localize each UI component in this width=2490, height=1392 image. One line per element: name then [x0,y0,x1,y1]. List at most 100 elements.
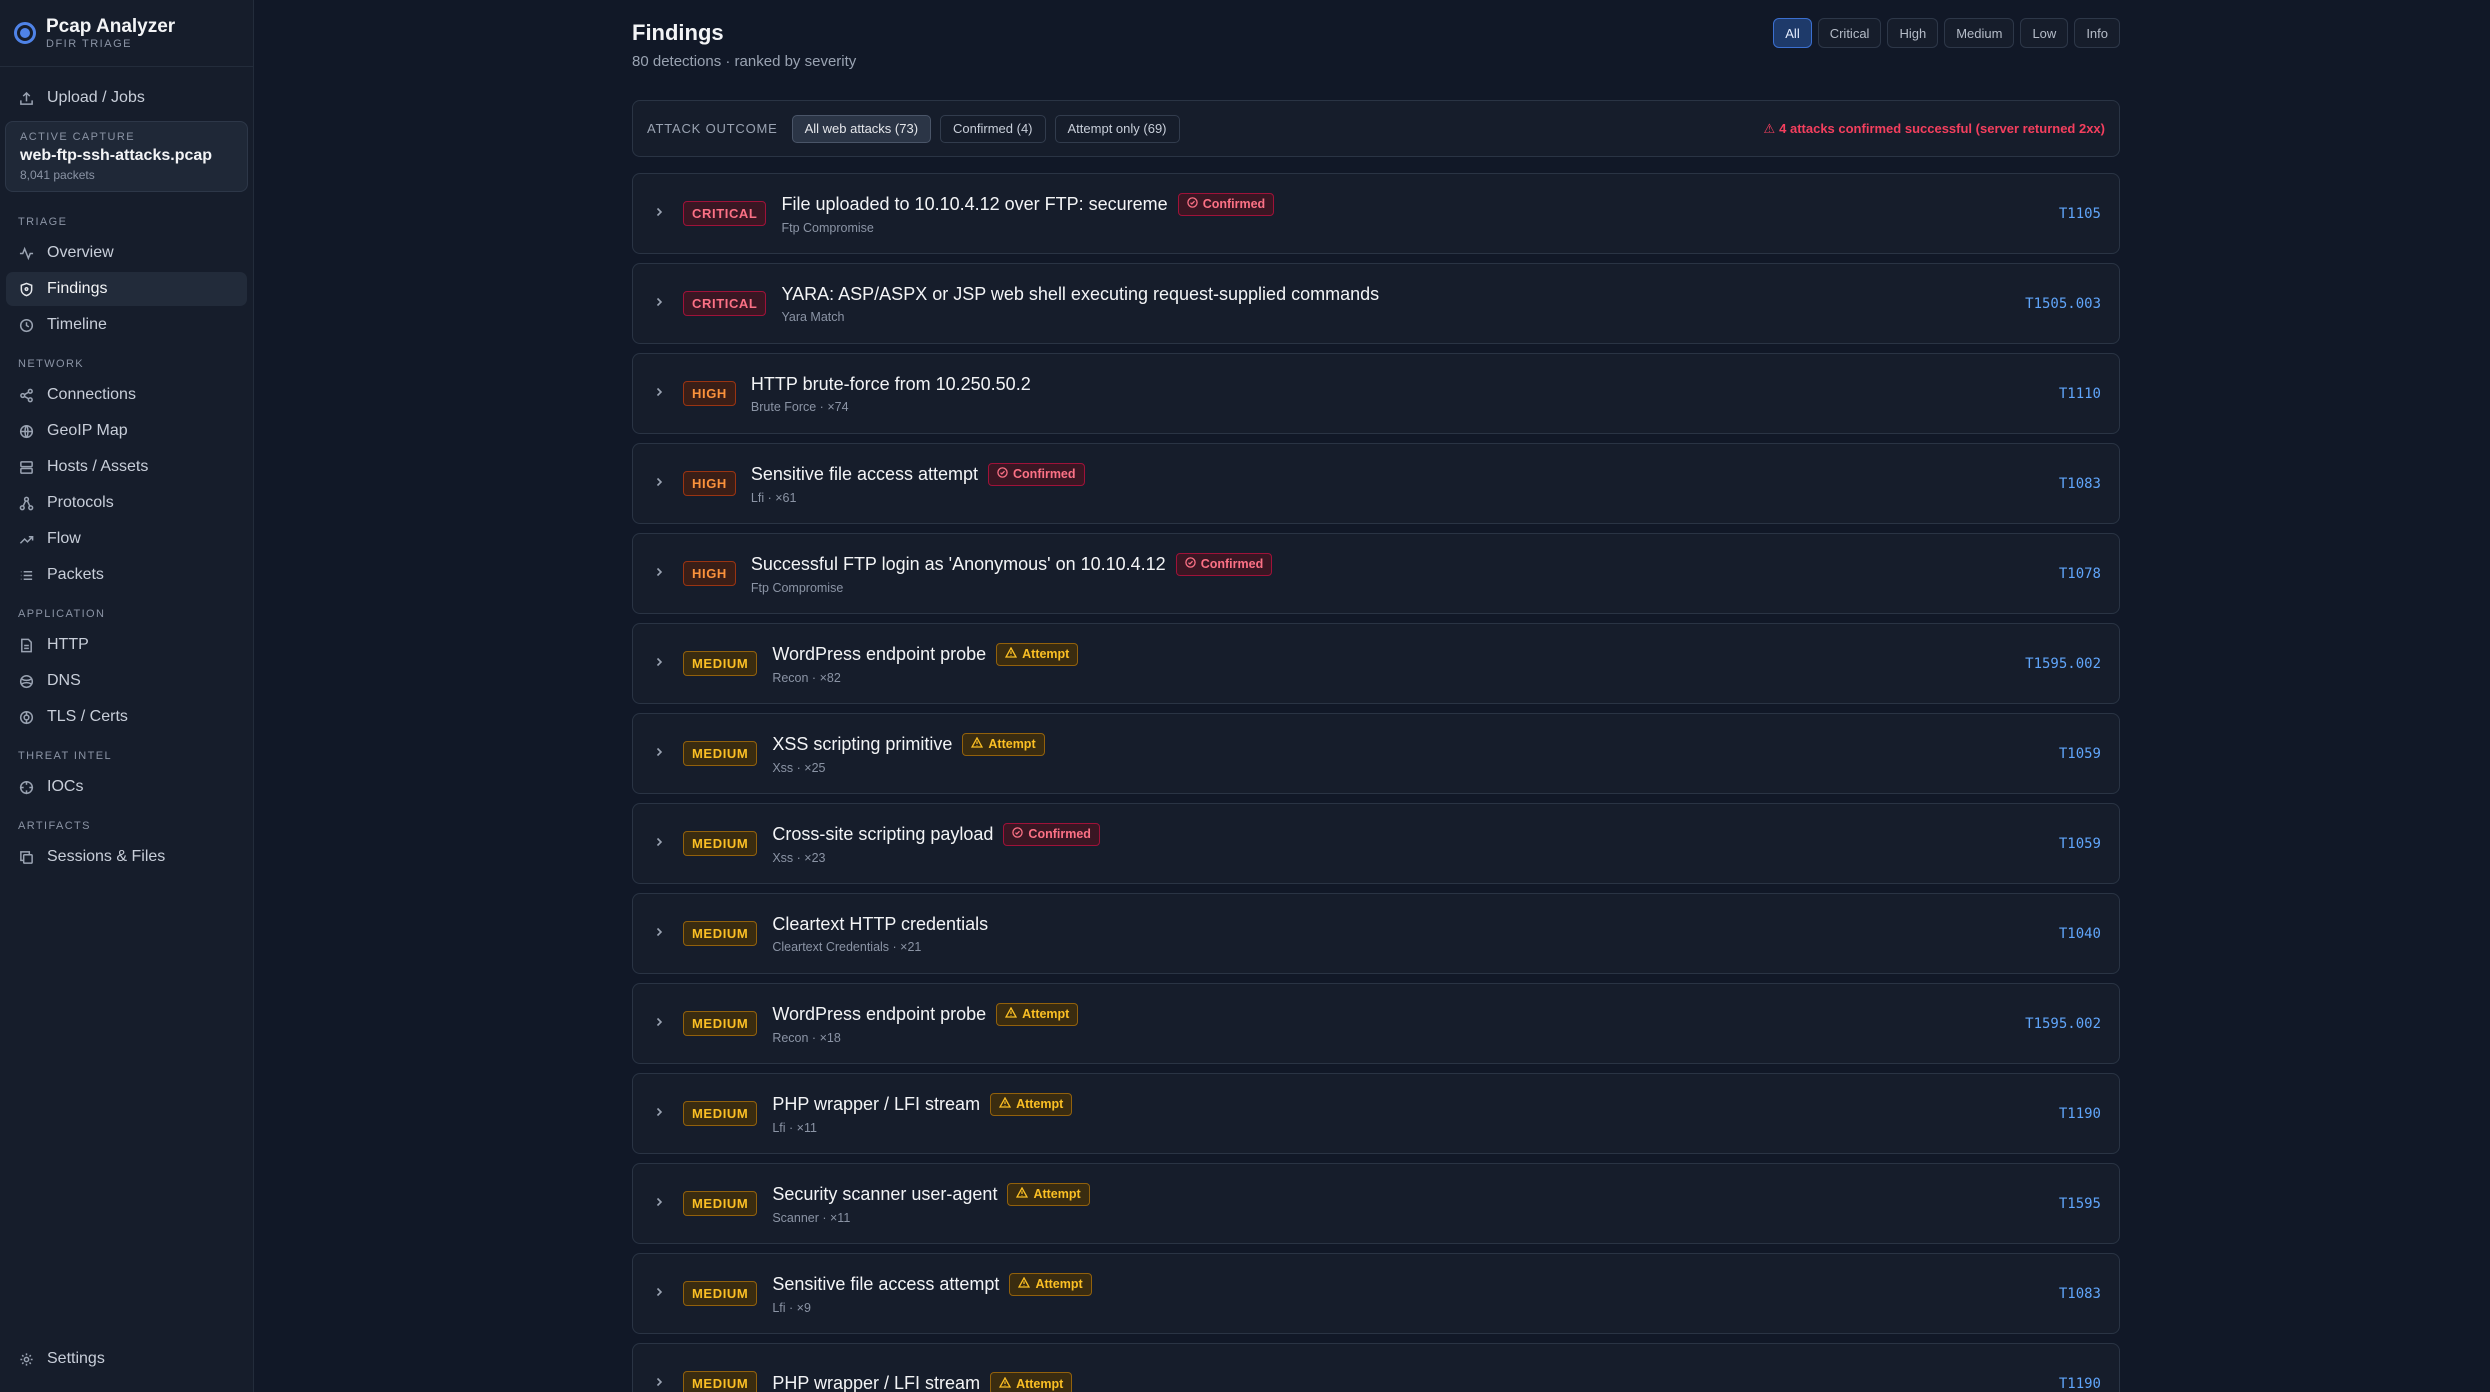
badge-label: Attempt [1035,1277,1083,1291]
sidebar-item-settings[interactable]: Settings [6,1342,247,1376]
filter-medium-button[interactable]: Medium [1944,18,2015,48]
outcome-confirmed-button[interactable]: Confirmed (4) [940,114,1046,143]
finding-title: PHP wrapper / LFI stream [772,1373,981,1392]
finding-row[interactable]: MEDIUM Security scanner user-agent Attempt… [632,1163,2120,1244]
sidebar-item-iocs[interactable]: IOCs [6,770,247,804]
chevron-right-icon[interactable] [651,655,667,673]
chevron-right-icon[interactable] [651,1285,667,1303]
check-circle-icon [1012,827,1024,841]
finding-row[interactable]: MEDIUM PHP wrapper / LFI stream Attempt T11… [632,1343,2120,1392]
mitre-technique-link[interactable]: T1505.003 [2025,296,2101,312]
severity-badge: MEDIUM [683,831,758,856]
sidebar-item-tls-certs[interactable]: TLS / Certs [6,700,247,734]
finding-row[interactable]: HIGH Sensitive file access attempt Confirm… [632,443,2120,524]
outcome-attempt-button[interactable]: Attempt only (69) [1054,114,1180,143]
sidebar-item-label: Connections [47,386,136,403]
severity-badge: HIGH [683,471,736,496]
mitre-technique-link[interactable]: T1190 [2059,1376,2101,1392]
chevron-right-icon[interactable] [651,1195,667,1213]
sidebar-item-flow[interactable]: Flow [6,522,247,556]
chevron-right-icon[interactable] [651,745,667,763]
finding-row[interactable]: MEDIUM WordPress endpoint probe Attempt Rec… [632,983,2120,1064]
mitre-technique-link[interactable]: T1059 [2059,836,2101,852]
attempt-badge: Attempt [1007,1182,1090,1206]
sidebar: Pcap Analyzer DFIR TRIAGE Upload / Jobs … [0,0,254,1392]
finding-row[interactable]: MEDIUM PHP wrapper / LFI stream Attempt Lfi… [632,1073,2120,1154]
filter-all-button[interactable]: All [1773,18,1812,48]
finding-row[interactable]: CRITICAL YARA: ASP/ASPX or JSP web shell … [632,263,2120,344]
chevron-right-icon[interactable] [651,925,667,943]
finding-row[interactable]: HIGH Successful FTP login as 'Anonymous' … [632,533,2120,614]
sidebar-item-label: Overview [47,244,114,261]
finding-title: Successful FTP login as 'Anonymous' on 1… [750,553,1166,574]
filter-high-button[interactable]: High [1887,18,1939,48]
mitre-technique-link[interactable]: T1595.002 [2025,656,2101,672]
sidebar-item-hosts-assets[interactable]: Hosts / Assets [6,450,247,484]
sidebar-item-http[interactable]: HTTP [6,628,247,662]
finding-title-row: Sensitive file access attempt Confirmed [750,462,1085,486]
filter-info-button[interactable]: Info [2074,18,2120,48]
badge-label: Attempt [1022,647,1070,661]
finding-row[interactable]: MEDIUM XSS scripting primitive Attempt Xss … [632,713,2120,794]
sidebar-item-label: Sessions & Files [47,848,166,865]
sidebar-item-dns[interactable]: DNS [6,664,247,698]
mitre-technique-link[interactable]: T1083 [2059,1286,2101,1302]
brand: Pcap Analyzer DFIR TRIAGE [0,0,253,67]
mitre-technique-link[interactable]: T1059 [2059,746,2101,762]
finding-row[interactable]: HIGH HTTP brute-force from 10.250.50.2 Bru… [632,353,2120,434]
chevron-right-icon[interactable] [651,1015,667,1033]
finding-row[interactable]: MEDIUM Cleartext HTTP credentials Cleartex… [632,893,2120,974]
check-circle-icon [997,467,1008,481]
finding-row[interactable]: CRITICAL File uploaded to 10.10.4.12 over… [632,173,2120,254]
chevron-right-icon[interactable] [651,475,667,493]
mitre-technique-link[interactable]: T1190 [2059,1106,2101,1122]
mitre-technique-link[interactable]: T1595 [2059,1196,2101,1212]
mitre-technique-link[interactable]: T1078 [2059,566,2101,582]
severity-badge: CRITICAL [683,291,767,316]
finding-row[interactable]: MEDIUM Sensitive file access attempt Attem… [632,1253,2120,1334]
severity-badge: MEDIUM [683,741,758,766]
chevron-right-icon[interactable] [651,295,667,313]
chevron-right-icon[interactable] [651,1105,667,1123]
sidebar-item-label: Hosts / Assets [47,458,149,475]
app-name: Pcap Analyzer [46,15,176,37]
filter-critical-button[interactable]: Critical [1817,18,1882,48]
mitre-technique-link[interactable]: T1110 [2059,386,2101,402]
sidebar-item-upload-jobs[interactable]: Upload / Jobs [6,81,247,115]
mitre-technique-link[interactable]: T1595.002 [2025,1016,2101,1032]
sidebar-item-sessions-files[interactable]: Sessions & Files [6,840,247,874]
sidebar-item-label: Packets [47,566,104,583]
filter-low-button[interactable]: Low [2020,18,2069,48]
sidebar-item-connections[interactable]: Connections [6,378,247,412]
finding-row[interactable]: MEDIUM WordPress endpoint probe Attempt Rec… [632,623,2120,704]
chevron-right-icon[interactable] [651,1375,667,1392]
finding-body: YARA: ASP/ASPX or JSP web shell executin… [781,284,1379,324]
finding-body: Cross-site scripting payload Confirmed Xss… [772,822,1100,865]
sidebar-item-protocols[interactable]: Protocols [6,486,247,520]
sidebar-item-findings[interactable]: Findings [6,272,247,306]
attempt-badge: Attempt [1009,1272,1092,1296]
chevron-right-icon[interactable] [651,385,667,403]
chevron-right-icon[interactable] [651,565,667,583]
page-subtitle: 80 detections · ranked by severity [632,53,857,70]
sidebar-item-overview[interactable]: Overview [6,236,247,270]
finding-body: PHP wrapper / LFI stream Attempt [772,1372,1073,1392]
severity-badge: CRITICAL [683,201,767,226]
finding-title: Cleartext HTTP credentials [772,913,989,934]
chevron-right-icon[interactable] [651,835,667,853]
active-capture-card[interactable]: ACTIVE CAPTURE web-ftp-ssh-attacks.pcap … [5,121,248,192]
mitre-technique-link[interactable]: T1040 [2059,926,2101,942]
badge-label: Confirmed [1013,467,1076,481]
trending-up-icon [18,531,34,547]
severity-badge: HIGH [683,381,736,406]
sidebar-item-geoip-map[interactable]: GeoIP Map [6,414,247,448]
sidebar-item-packets[interactable]: Packets [6,558,247,592]
finding-row[interactable]: MEDIUM Cross-site scripting payload Confir… [632,803,2120,884]
outcome-all-button[interactable]: All web attacks (73) [791,114,932,143]
sidebar-item-timeline[interactable]: Timeline [6,308,247,342]
finding-title-row: File uploaded to 10.10.4.12 over FTP: se… [781,192,1275,216]
mitre-technique-link[interactable]: T1083 [2059,476,2101,492]
chevron-right-icon[interactable] [651,205,667,223]
mitre-technique-link[interactable]: T1105 [2059,206,2101,222]
finding-title: Sensitive file access attempt [750,463,979,484]
